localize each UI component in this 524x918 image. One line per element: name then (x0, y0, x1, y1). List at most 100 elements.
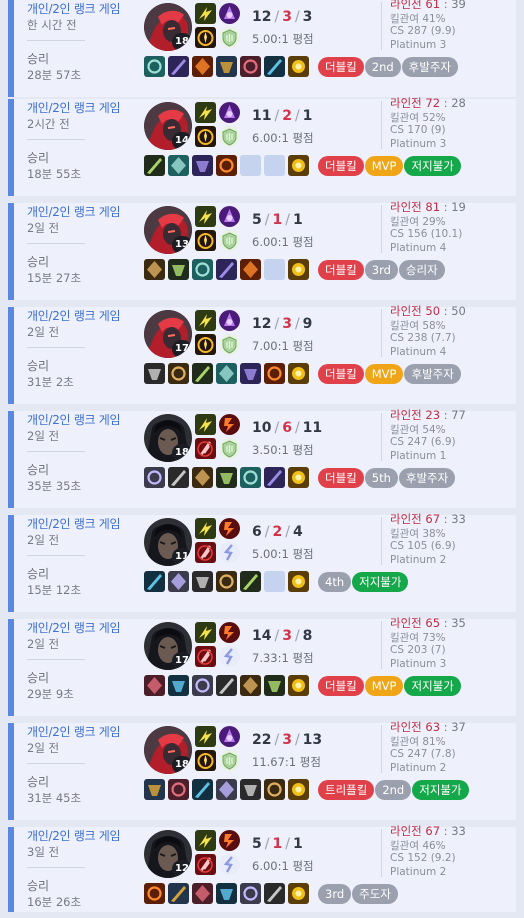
match-card[interactable]: 개인/2인 랭크 게임 2시간 전 승리 18분 55초 14 11/2/1 6… (8, 96, 516, 196)
item-icon[interactable] (168, 779, 189, 800)
sorcery-rune-icon[interactable] (219, 854, 240, 875)
ignite-spell-icon[interactable] (195, 230, 216, 251)
flash-spell-icon[interactable] (195, 206, 216, 227)
item-icon[interactable] (168, 675, 189, 696)
ward-icon[interactable] (288, 571, 309, 592)
item-icon[interactable] (216, 56, 237, 77)
item-icon[interactable] (216, 779, 237, 800)
item-icon[interactable] (192, 883, 213, 904)
match-card[interactable]: 개인/2인 랭크 게임 2일 전 승리 35분 35초 18 10/6/11 3… (8, 408, 516, 508)
item-icon[interactable] (168, 155, 189, 176)
item-icon[interactable] (216, 259, 237, 280)
item-icon[interactable] (168, 259, 189, 280)
item-icon[interactable] (240, 779, 261, 800)
champion-portrait[interactable]: 12 (144, 830, 192, 878)
item-icon[interactable] (144, 259, 165, 280)
ignite-spell-icon[interactable] (195, 750, 216, 771)
ignite-spell-icon[interactable] (195, 27, 216, 48)
item-icon[interactable] (192, 571, 213, 592)
item-icon[interactable] (240, 883, 261, 904)
item-icon[interactable] (192, 56, 213, 77)
item-icon[interactable] (264, 675, 285, 696)
match-card[interactable]: 개인/2인 랭크 게임 2일 전 승리 31분 2초 17 12/3/9 7.0… (8, 304, 516, 404)
ward-icon[interactable] (288, 779, 309, 800)
resolve-rune-icon[interactable] (219, 230, 240, 251)
conqueror-rune-icon[interactable] (219, 206, 240, 227)
smite-spell-icon[interactable] (195, 542, 216, 563)
item-icon[interactable] (216, 571, 237, 592)
item-icon[interactable] (192, 675, 213, 696)
item-icon[interactable] (192, 467, 213, 488)
item-icon[interactable] (144, 779, 165, 800)
item-icon[interactable] (168, 571, 189, 592)
ward-icon[interactable] (288, 56, 309, 77)
sorcery-rune-icon[interactable] (219, 542, 240, 563)
item-icon[interactable] (216, 467, 237, 488)
resolve-rune-icon[interactable] (219, 750, 240, 771)
flash-spell-icon[interactable] (195, 310, 216, 331)
ignite-spell-icon[interactable] (195, 334, 216, 355)
item-icon[interactable] (264, 56, 285, 77)
champion-portrait[interactable]: 18 (144, 726, 192, 774)
smite-spell-icon[interactable] (195, 854, 216, 875)
match-card[interactable]: 개인/2인 랭크 게임 3일 전 승리 16분 26초 12 5/1/1 6.0… (8, 824, 516, 912)
item-icon[interactable] (144, 571, 165, 592)
item-icon[interactable] (144, 155, 165, 176)
match-card[interactable]: 개인/2인 랭크 게임 2일 전 승리 15분 12초 11 6/2/4 5.0… (8, 512, 516, 612)
champion-portrait[interactable]: 17 (144, 622, 192, 670)
item-icon[interactable] (264, 883, 285, 904)
conqueror-rune-icon[interactable] (219, 310, 240, 331)
sorcery-rune-icon[interactable] (219, 646, 240, 667)
item-icon[interactable] (216, 675, 237, 696)
item-icon[interactable] (168, 467, 189, 488)
smite-spell-icon[interactable] (195, 438, 216, 459)
item-icon[interactable] (240, 571, 261, 592)
flash-spell-icon[interactable] (195, 830, 216, 851)
match-card[interactable]: 개인/2인 랭크 게임 2일 전 승리 29분 9초 17 14/3/8 7.3… (8, 616, 516, 716)
item-icon[interactable] (144, 675, 165, 696)
item-icon[interactable] (192, 259, 213, 280)
flash-spell-icon[interactable] (195, 518, 216, 539)
item-icon[interactable] (240, 467, 261, 488)
ward-icon[interactable] (288, 363, 309, 384)
item-icon[interactable] (192, 779, 213, 800)
flash-spell-icon[interactable] (195, 3, 216, 24)
item-icon[interactable] (240, 56, 261, 77)
resolve-rune-icon[interactable] (219, 126, 240, 147)
item-icon[interactable] (168, 56, 189, 77)
resolve-rune-icon[interactable] (219, 27, 240, 48)
item-icon[interactable] (168, 883, 189, 904)
item-icon[interactable] (144, 56, 165, 77)
champion-portrait[interactable]: 14 (144, 102, 192, 150)
ward-icon[interactable] (288, 675, 309, 696)
item-icon[interactable] (240, 363, 261, 384)
flash-spell-icon[interactable] (195, 102, 216, 123)
champion-portrait[interactable]: 13 (144, 206, 192, 254)
electrocute-rune-icon[interactable] (219, 622, 240, 643)
ignite-spell-icon[interactable] (195, 126, 216, 147)
conqueror-rune-icon[interactable] (219, 3, 240, 24)
resolve-rune-icon[interactable] (219, 438, 240, 459)
item-icon[interactable] (240, 259, 261, 280)
champion-portrait[interactable]: 17 (144, 310, 192, 358)
flash-spell-icon[interactable] (195, 622, 216, 643)
item-icon[interactable] (264, 779, 285, 800)
resolve-rune-icon[interactable] (219, 334, 240, 355)
match-card[interactable]: 개인/2인 랭크 게임 한 시간 전 승리 28분 57초 18 12/3/3 … (8, 0, 516, 97)
item-icon[interactable] (144, 883, 165, 904)
ward-icon[interactable] (288, 259, 309, 280)
electrocute-rune-icon[interactable] (219, 830, 240, 851)
smite-spell-icon[interactable] (195, 646, 216, 667)
champion-portrait[interactable]: 18 (144, 414, 192, 462)
electrocute-rune-icon[interactable] (219, 518, 240, 539)
ward-icon[interactable] (288, 467, 309, 488)
conqueror-rune-icon[interactable] (219, 102, 240, 123)
champion-portrait[interactable]: 11 (144, 518, 192, 566)
item-icon[interactable] (144, 467, 165, 488)
flash-spell-icon[interactable] (195, 726, 216, 747)
match-card[interactable]: 개인/2인 랭크 게임 2일 전 승리 31분 45초 18 22/3/13 1… (8, 720, 516, 820)
item-icon[interactable] (144, 363, 165, 384)
item-icon[interactable] (216, 363, 237, 384)
item-icon[interactable] (192, 155, 213, 176)
ward-icon[interactable] (288, 883, 309, 904)
